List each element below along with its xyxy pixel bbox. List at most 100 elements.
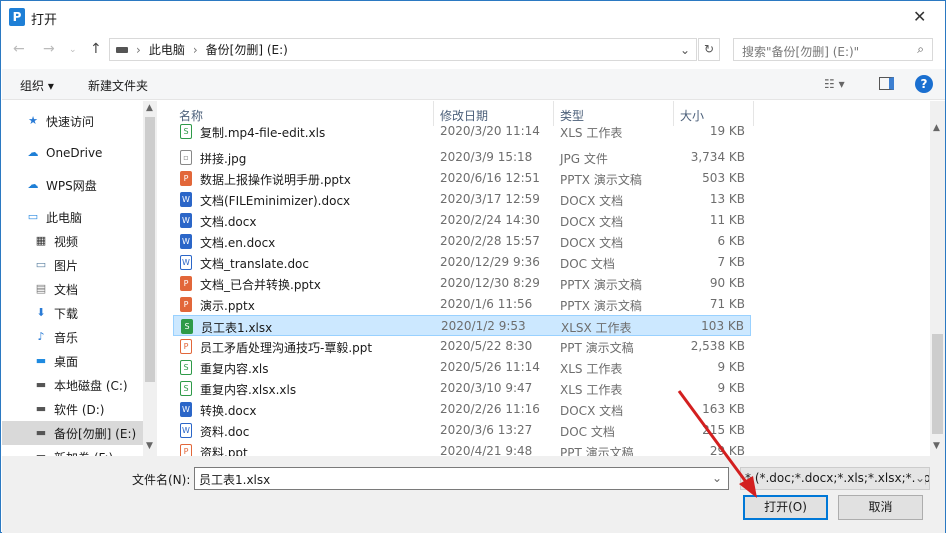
file-list: ^ 名称 修改日期 类型 大小 S 复制.mp4-file-edit.xls 202… [171, 101, 930, 456]
sidebar-item[interactable]: ▬ 桌面 [2, 349, 143, 373]
sidebar-item[interactable]: ▬新加卷 (F:) [2, 445, 143, 457]
file-row[interactable]: S 重复内容.xlsx.xls 2020/3/10 9:47 XLS 工作表 9 KB [173, 378, 751, 399]
recent-dropdown[interactable]: ⌄ [69, 45, 77, 55]
file-size: 503 KB [702, 171, 745, 185]
new-folder-button[interactable]: 新建文件夹 [88, 77, 148, 94]
file-name: 转换.docx [200, 404, 257, 418]
file-row[interactable]: W 资料.doc 2020/3/6 13:27 DOC 文档 215 KB [173, 420, 751, 441]
drive-icon [116, 46, 128, 53]
xls-file-icon: S [180, 381, 192, 396]
file-size: 7 KB [717, 255, 745, 269]
file-type: DOC 文档 [560, 425, 615, 439]
sidebar-scrollbar-thumb[interactable] [145, 117, 155, 382]
preview-pane-icon[interactable] [879, 77, 894, 90]
toolbar: 组织 ▾ 新建文件夹 ☷ ▾ ? [2, 69, 945, 100]
file-type: XLS 工作表 [560, 362, 623, 376]
sidebar-item[interactable]: ♪ 音乐 [2, 325, 143, 349]
file-type: PPT 演示文稿 [560, 446, 634, 456]
file-row[interactable]: W 转换.docx 2020/2/26 11:16 DOCX 文档 163 KB [173, 399, 751, 420]
file-row[interactable]: S 员工表1.xlsx 2020/1/2 9:53 XLSX 工作表 103 KB [173, 315, 751, 336]
file-name: 文档_已合并转换.pptx [200, 278, 321, 292]
chevron-down-icon: ⌄ [914, 471, 925, 485]
file-list-scrollbar[interactable]: ▲ ▼ [930, 101, 945, 456]
sidebar-item-label: 音乐 [54, 330, 79, 345]
sidebar-item[interactable]: ⬇ 下载 [2, 301, 143, 325]
file-type: DOCX 文档 [560, 215, 624, 229]
file-name: 文档.docx [200, 215, 257, 229]
view-options-icon[interactable]: ☷ ▾ [824, 77, 845, 91]
back-button[interactable]: ← [13, 41, 25, 57]
help-icon[interactable]: ? [915, 75, 933, 93]
file-list-scrollbar-thumb[interactable] [932, 334, 943, 434]
docx-file-icon: W [180, 192, 192, 207]
drive-icon: ▬ [35, 402, 47, 415]
pptx-file-icon: P [180, 297, 192, 312]
sidebar-item[interactable]: ▦ 视频 [2, 229, 143, 253]
app-icon: P [9, 8, 25, 26]
file-date: 2020/6/16 12:51 [440, 171, 540, 185]
address-bar[interactable]: › 此电脑 › 备份[勿删] (E:) ⌄ [109, 38, 697, 61]
pptx-file-icon: P [180, 171, 192, 186]
sidebar-item[interactable]: ☁ WPS网盘 [2, 173, 143, 197]
file-row[interactable]: S 复制.mp4-file-edit.xls 2020/3/20 11:14 XLS … [173, 121, 751, 142]
sidebar-item[interactable]: ☁ OneDrive [2, 141, 143, 165]
file-row[interactable]: W 文档_translate.doc 2020/12/29 9:36 DOC 文档 7 … [173, 252, 751, 273]
file-name: 演示.pptx [200, 299, 255, 313]
organize-button[interactable]: 组织 ▾ [20, 77, 54, 94]
chevron-down-icon[interactable]: ⌄ [680, 43, 690, 57]
ppt-file-icon: P [180, 339, 192, 354]
file-type: DOCX 文档 [560, 236, 624, 250]
sidebar-item[interactable]: ▬ 软件 (D:) [2, 397, 143, 421]
doc-file-icon: W [180, 255, 192, 270]
close-button[interactable]: ✕ [913, 7, 926, 26]
file-size: 13 KB [709, 192, 745, 206]
file-name: 资料.ppt [200, 446, 248, 456]
up-button[interactable]: ↑ [90, 41, 102, 57]
file-row[interactable]: P 资料.ppt 2020/4/21 9:48 PPT 演示文稿 29 KB [173, 441, 751, 456]
breadcrumb-this-pc[interactable]: 此电脑 [149, 41, 185, 58]
sidebar-item[interactable]: ▬ 备份[勿删] (E:) [2, 421, 143, 445]
img-file-icon: ▫ [180, 150, 192, 165]
breadcrumb-drive[interactable]: 备份[勿删] (E:) [206, 41, 288, 58]
navigation-pane: ★ 快速访问 ☁ OneDrive ☁ WPS网盘 ▭ 此电脑 ▦ 视频 ▭ 图片 ▤ 文档 ⬇ 下载 ♪ 音乐 ▬… [2, 101, 143, 456]
docx-file-icon: W [180, 402, 192, 417]
sidebar-item[interactable]: ▭ 图片 [2, 253, 143, 277]
file-date: 2020/3/9 15:18 [440, 150, 533, 164]
cloud-icon: ☁ [27, 146, 39, 159]
file-row[interactable]: W 文档.en.docx 2020/2/28 15:57 DOCX 文档 6 KB [173, 231, 751, 252]
filename-input[interactable]: 员工表1.xlsx ⌄ [194, 467, 729, 490]
sidebar-item[interactable]: ▭ 此电脑 [2, 205, 143, 229]
cloud-icon: ☁ [27, 178, 39, 191]
file-row[interactable]: P 文档_已合并转换.pptx 2020/12/30 8:29 PPTX 演示文稿 90… [173, 273, 751, 294]
search-input[interactable]: 搜索"备份[勿删] (E:)" ⌕ [733, 38, 933, 61]
refresh-button[interactable]: ↻ [698, 38, 720, 61]
drive-icon: ▬ [35, 426, 47, 439]
file-row[interactable]: W 文档(FILEminimizer).docx 2020/3/17 12:59 DO… [173, 189, 751, 210]
file-row[interactable]: P 演示.pptx 2020/1/6 11:56 PPTX 演示文稿 71 KB [173, 294, 751, 315]
file-row[interactable]: P 员工矛盾处理沟通技巧-覃毅.ppt 2020/5/22 8:30 PPT 演示文稿… [173, 336, 751, 357]
file-date: 2020/12/30 8:29 [440, 276, 540, 290]
dialog-title: 打开 [31, 13, 58, 28]
sidebar-scrollbar[interactable]: ▲ ▼ [143, 101, 157, 456]
file-row[interactable]: S 重复内容.xls 2020/5/26 11:14 XLS 工作表 9 KB [173, 357, 751, 378]
cancel-button[interactable]: 取消 [838, 495, 923, 520]
forward-button[interactable]: → [43, 41, 55, 57]
file-type: DOCX 文档 [560, 404, 624, 418]
sidebar-item[interactable]: ▤ 文档 [2, 277, 143, 301]
pptx-file-icon: P [180, 276, 192, 291]
file-name: 员工表1.xlsx [201, 321, 273, 335]
xls-file-icon: S [180, 124, 192, 139]
file-size: 3,734 KB [690, 150, 745, 164]
file-row[interactable]: P 数据上报操作说明手册.pptx 2020/6/16 12:51 PPTX 演示文稿… [173, 168, 751, 189]
download-icon: ⬇ [36, 306, 46, 319]
file-date: 2020/2/28 15:57 [440, 234, 540, 248]
file-size: 71 KB [709, 297, 745, 311]
file-name: 拼接.jpg [200, 152, 247, 166]
file-type: DOCX 文档 [560, 194, 624, 208]
red-arrow-annotation [677, 390, 757, 498]
file-row[interactable]: ▫ 拼接.jpg 2020/3/9 15:18 JPG 文件 3,734 KB [173, 147, 751, 168]
sidebar-item[interactable]: ★ 快速访问 [2, 109, 143, 133]
sidebar-item[interactable]: ▬ 本地磁盘 (C:) [2, 373, 143, 397]
file-row[interactable]: W 文档.docx 2020/2/24 14:30 DOCX 文档 11 KB [173, 210, 751, 231]
file-type: DOC 文档 [560, 257, 615, 271]
